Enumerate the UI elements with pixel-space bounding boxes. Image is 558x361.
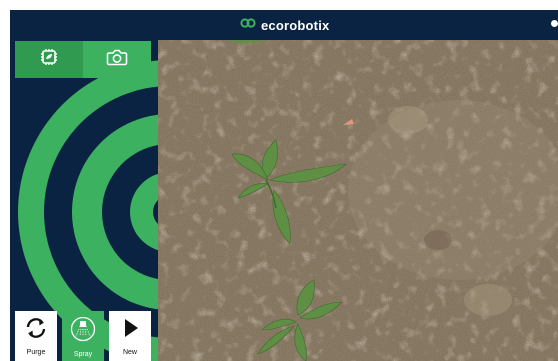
header-bar: ecorobotix [10, 10, 558, 40]
brand: ecorobotix [240, 16, 329, 34]
camera-feed [158, 40, 558, 361]
field-image [158, 40, 558, 361]
mode-button-detection[interactable] [15, 41, 83, 78]
left-panel: Purge Spray New [10, 40, 158, 361]
ecorobotix-logo-icon [240, 16, 256, 34]
spray-label: Spray [73, 351, 93, 358]
app-window: ecorobotix Purge Spray New [10, 10, 558, 361]
new-label: New [122, 349, 137, 356]
mode-selector [15, 41, 151, 78]
purge-label: Purge [26, 349, 46, 356]
spray-nozzle-icon [70, 316, 96, 347]
brand-name: ecorobotix [261, 17, 330, 33]
refresh-icon [23, 316, 49, 345]
action-bar: Purge Spray New [15, 311, 151, 361]
purge-button[interactable]: Purge [15, 311, 57, 361]
camera-icon [106, 47, 128, 72]
chip-icon [38, 46, 60, 73]
new-button[interactable]: New [109, 311, 151, 361]
mode-button-camera[interactable] [83, 41, 151, 78]
spray-button[interactable]: Spray [62, 311, 104, 361]
status-dot-icon [551, 20, 558, 27]
play-icon [119, 316, 141, 345]
